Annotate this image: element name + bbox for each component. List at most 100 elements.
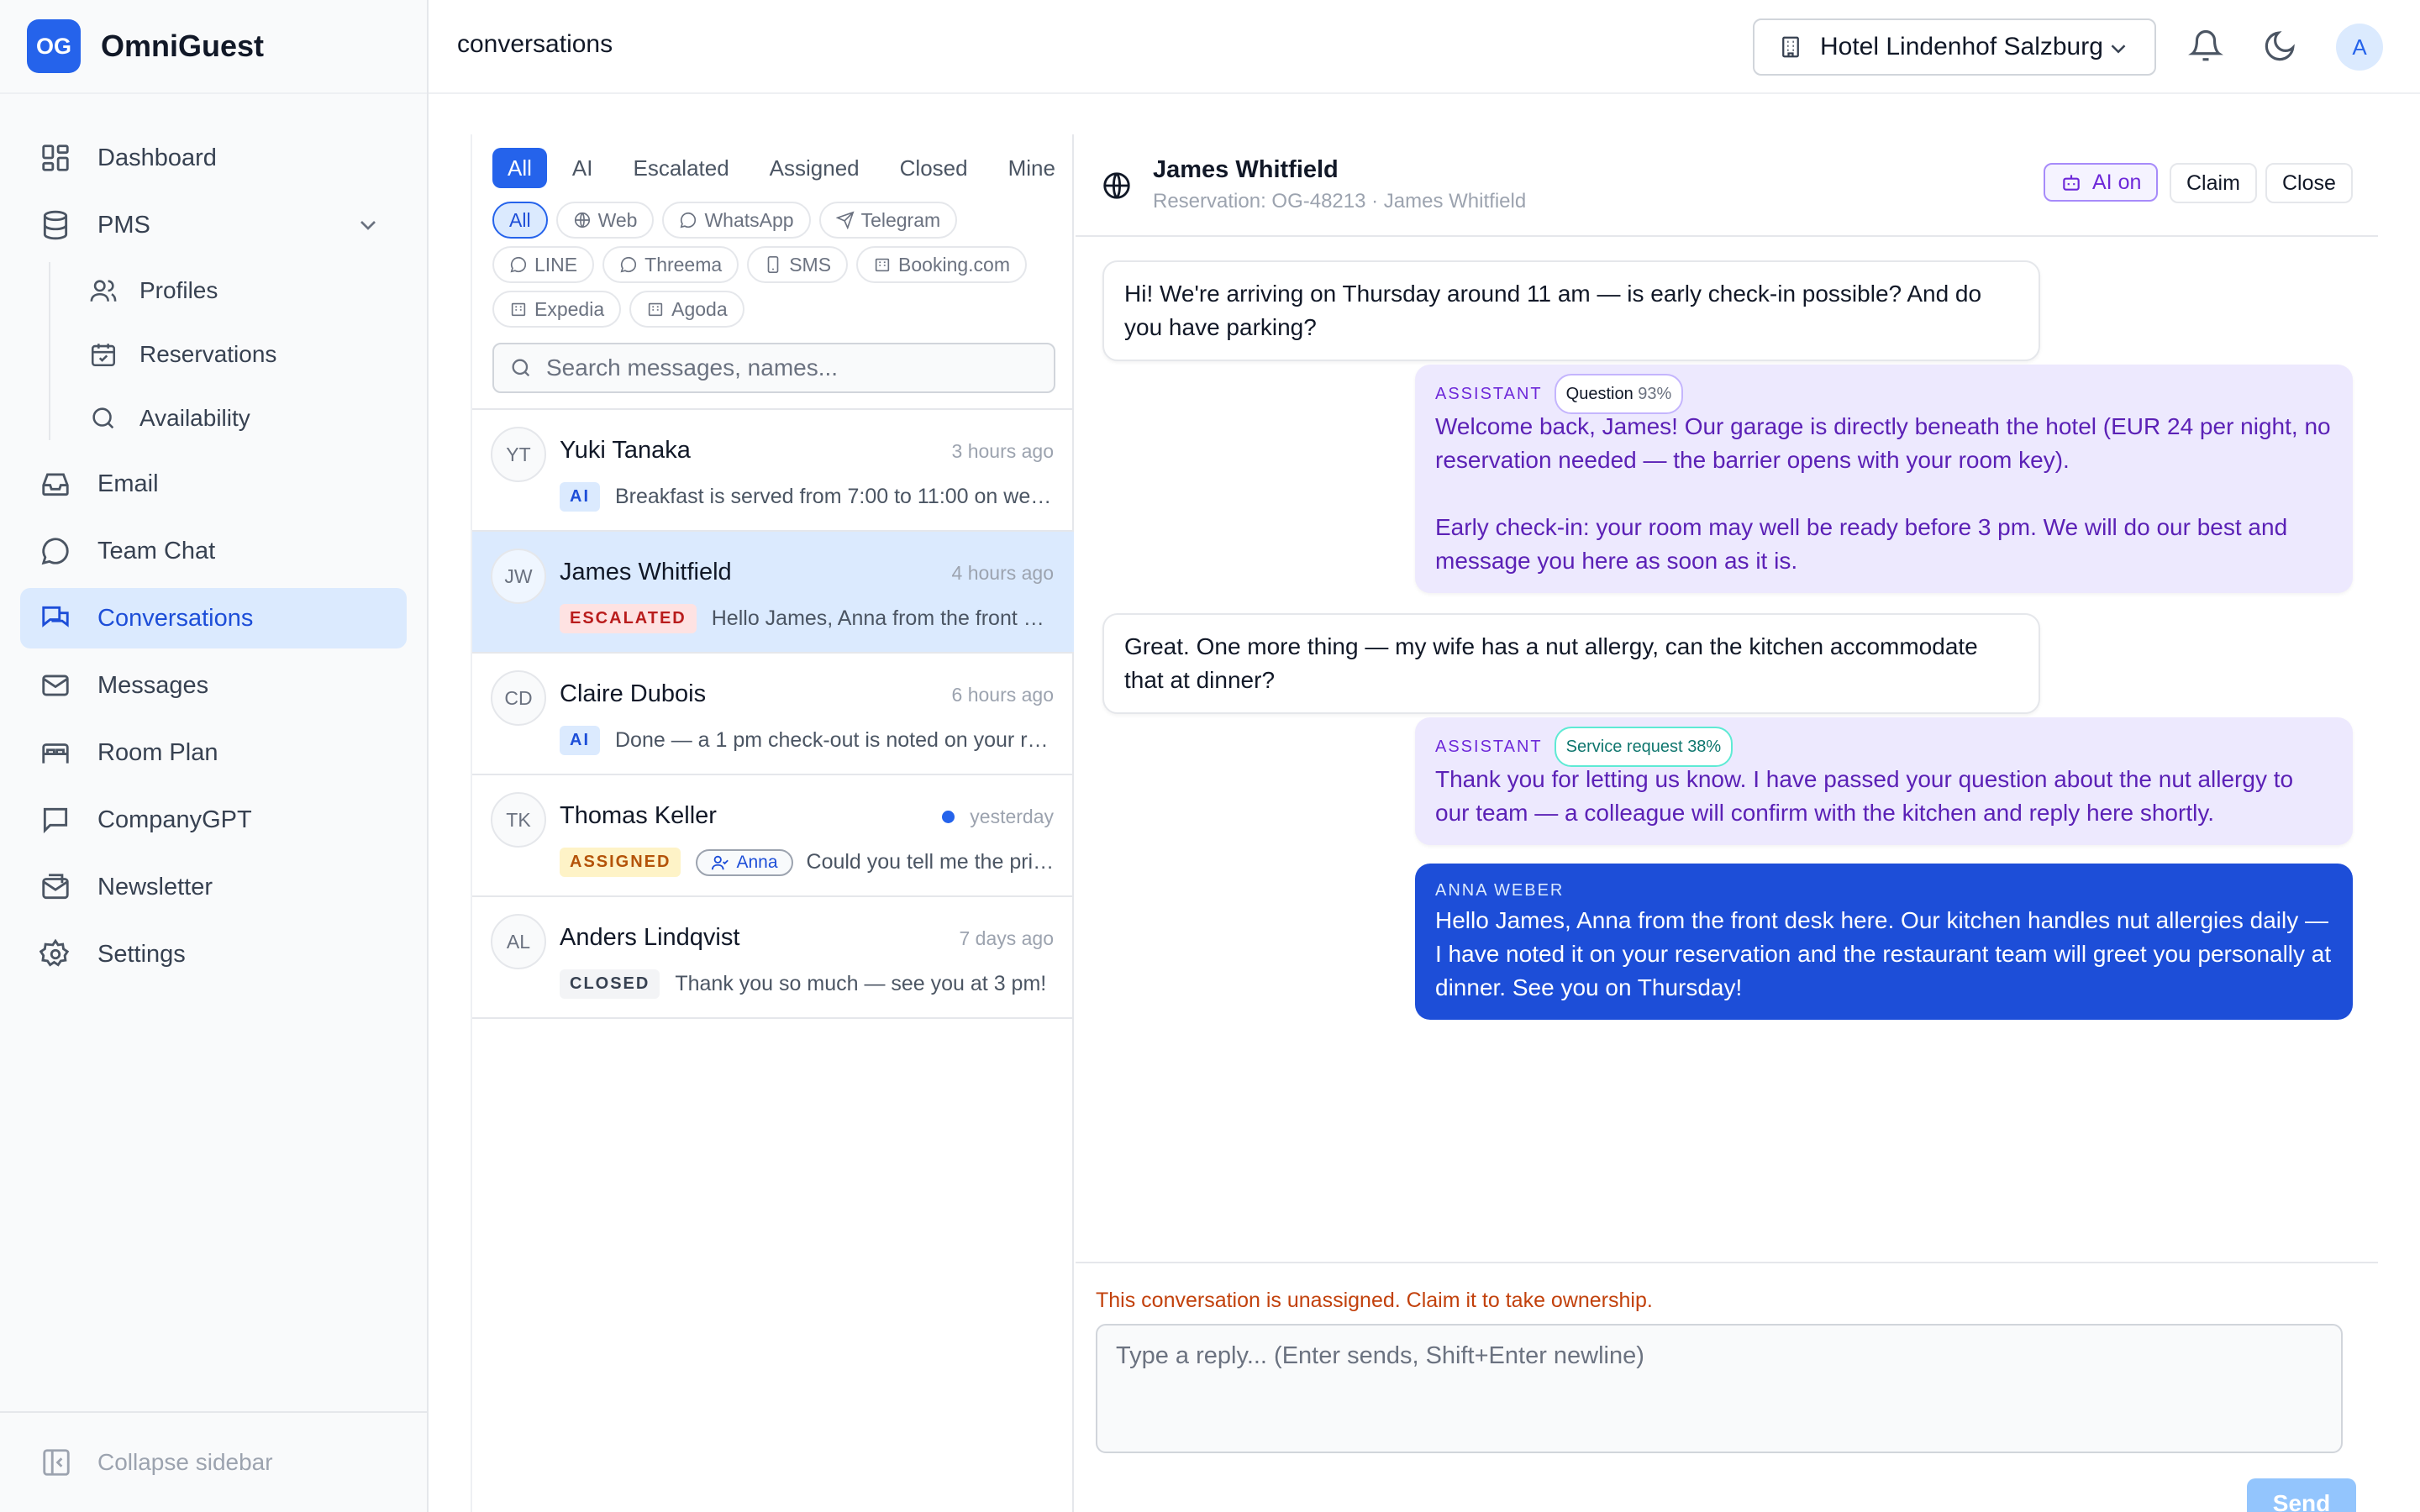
users-icon	[90, 280, 117, 302]
conversation-preview: Done — a 1 pm check-out is noted on your…	[615, 728, 1055, 752]
message-text: Great. One more thing — my wife has a nu…	[1124, 633, 1978, 693]
channel-chip-booking[interactable]: Booking.com	[856, 246, 1027, 283]
sidebar-item-label: Availability	[139, 405, 250, 431]
close-button[interactable]: Close	[2265, 163, 2353, 203]
hotel-select[interactable]: Hotel Lindenhof Salzburg	[1753, 18, 2156, 76]
phone-icon	[767, 256, 779, 273]
channel-filters: All Web WhatsApp Telegram LINE Threema S…	[492, 202, 1064, 335]
tab-escalated[interactable]: Escalated	[618, 148, 744, 188]
collapse-sidebar-button[interactable]: Collapse sidebar	[0, 1411, 427, 1512]
conversation-row[interactable]: YT Yuki Tanaka 3 hours ago AI Breakfast …	[472, 410, 1074, 532]
sidebar-item-reservations[interactable]: Reservations	[72, 326, 407, 383]
chat-bubble-icon	[680, 213, 697, 228]
conversation-row[interactable]: TK Thomas Keller yesterday ASSIGNED Anna…	[472, 775, 1074, 897]
top-header: conversations Hotel Lindenhof Salzburg A	[429, 0, 2420, 94]
status-badge: AI	[560, 726, 600, 755]
send-icon	[835, 211, 855, 229]
avatar: JW	[491, 549, 546, 604]
intent-confidence: 93%	[1638, 385, 1672, 403]
intent-label: Service request	[1565, 738, 1683, 756]
conversation-preview: Hello James, Anna from the front desk he…	[711, 606, 1055, 630]
status-badge: ESCALATED	[560, 604, 697, 633]
sidebar-item-companygpt[interactable]: CompanyGPT	[20, 790, 407, 850]
conversation-row[interactable]: JW James Whitfield 4 hours ago ESCALATED…	[472, 532, 1074, 654]
sidebar-item-email[interactable]: Email	[20, 454, 407, 514]
channel-chip-sms[interactable]: SMS	[747, 246, 849, 283]
chat-bubble-icon	[510, 257, 527, 273]
intent-badge: Service request 38%	[1554, 727, 1733, 767]
message-text: Hi! We're arriving on Thursday around 11…	[1124, 281, 1982, 340]
chevron-down-icon[interactable]	[355, 212, 381, 239]
sidebar-item-pms[interactable]: PMS	[20, 195, 407, 255]
conversation-time: 3 hours ago	[952, 440, 1054, 463]
bed-icon	[39, 736, 72, 769]
chip-label: Booking.com	[898, 253, 1010, 276]
assignee-chip: Anna	[696, 848, 793, 876]
channel-chip-all[interactable]: All	[492, 202, 548, 239]
search-icon	[512, 359, 530, 377]
sidebar-item-dashboard[interactable]: Dashboard	[20, 128, 407, 188]
channel-chip-threema[interactable]: Threema	[602, 246, 739, 283]
search-input[interactable]	[546, 354, 1034, 381]
tab-assigned[interactable]: Assigned	[755, 148, 875, 188]
moon-icon[interactable]	[2262, 29, 2297, 64]
conversation-preview-row: ESCALATED Hello James, Anna from the fro…	[560, 604, 1055, 633]
channel-chip-agoda[interactable]: Agoda	[629, 291, 744, 328]
brand-logo[interactable]: OG	[27, 19, 81, 73]
message-header: ANNA WEBER	[1435, 877, 2333, 904]
sidebar-item-availability[interactable]: Availability	[72, 390, 407, 447]
sidebar-item-team-chat[interactable]: Team Chat	[20, 521, 407, 581]
reply-input[interactable]	[1116, 1342, 2323, 1435]
user-avatar[interactable]: A	[2336, 24, 2383, 71]
sidebar-item-messages[interactable]: Messages	[20, 655, 407, 716]
channel-chip-line[interactable]: LINE	[492, 246, 595, 283]
conversation-name: Yuki Tanaka	[560, 437, 691, 464]
time-label: 3 hours ago	[951, 440, 1054, 462]
time-label: yesterday	[970, 806, 1054, 827]
search-box	[492, 343, 1055, 393]
status-badge: CLOSED	[560, 969, 660, 999]
intent-confidence: 38%	[1687, 738, 1722, 756]
conversation-list-panel: All AI Escalated Assigned Closed Mine Al…	[471, 134, 1074, 1512]
database-icon	[39, 208, 72, 242]
panel-collapse-icon	[43, 1449, 70, 1476]
tab-all[interactable]: All	[492, 148, 547, 188]
channel-chip-web[interactable]: Web	[555, 202, 655, 239]
brand-name[interactable]: OmniGuest	[101, 29, 264, 64]
building-icon	[1782, 36, 1799, 58]
tab-ai[interactable]: AI	[557, 148, 608, 188]
tab-mine[interactable]: Mine	[993, 148, 1071, 188]
chip-label: WhatsApp	[704, 208, 794, 231]
conversation-name: Thomas Keller	[560, 802, 717, 829]
ai-toggle-button[interactable]: AI on	[2044, 163, 2159, 202]
conversation-preview: Could you tell me the price for an extra…	[806, 850, 1055, 874]
brand: OG OmniGuest	[0, 0, 427, 94]
sidebar-item-label: Dashboard	[97, 144, 217, 171]
assignee-name: Anna	[736, 852, 778, 872]
channel-chip-whatsapp[interactable]: WhatsApp	[662, 202, 811, 239]
chat-reservation: Reservation: OG-48213 · James Whitfield	[1153, 190, 1527, 213]
conversation-row[interactable]: CD Claire Dubois 6 hours ago AI Done — a…	[472, 654, 1074, 775]
channel-chip-expedia[interactable]: Expedia	[492, 291, 622, 328]
channel-chip-telegram[interactable]: Telegram	[818, 202, 958, 239]
tab-closed[interactable]: Closed	[885, 148, 983, 188]
message-sender: ANNA WEBER	[1435, 881, 1565, 900]
collapse-sidebar-label: Collapse sidebar	[97, 1449, 273, 1475]
claim-button[interactable]: Claim	[2170, 163, 2257, 203]
conversation-name: Claire Dubois	[560, 680, 707, 707]
bell-icon[interactable]	[2188, 29, 2223, 64]
message-header: ASSISTANT Question 93%	[1435, 374, 2333, 414]
send-button[interactable]: Send	[2247, 1478, 2356, 1512]
sidebar-item-label: Reservations	[139, 341, 277, 367]
sidebar-item-room-plan[interactable]: Room Plan	[20, 722, 407, 783]
chip-label: Agoda	[671, 297, 728, 320]
sidebar-item-profiles[interactable]: Profiles	[72, 262, 407, 319]
sidebar-item-conversations[interactable]: Conversations	[20, 588, 407, 648]
conversation-row[interactable]: AL Anders Lindqvist 7 days ago CLOSED Th…	[472, 897, 1074, 1019]
conversations-icon	[39, 601, 72, 635]
assistant-message: ASSISTANT Service request 38% Thank you …	[1415, 717, 2353, 845]
sidebar-item-newsletter[interactable]: Newsletter	[20, 857, 407, 917]
sidebar-item-settings[interactable]: Settings	[20, 924, 407, 984]
message-thread: Hi! We're arriving on Thursday around 11…	[1076, 237, 2378, 1262]
message-header: ASSISTANT Service request 38%	[1435, 727, 2333, 767]
